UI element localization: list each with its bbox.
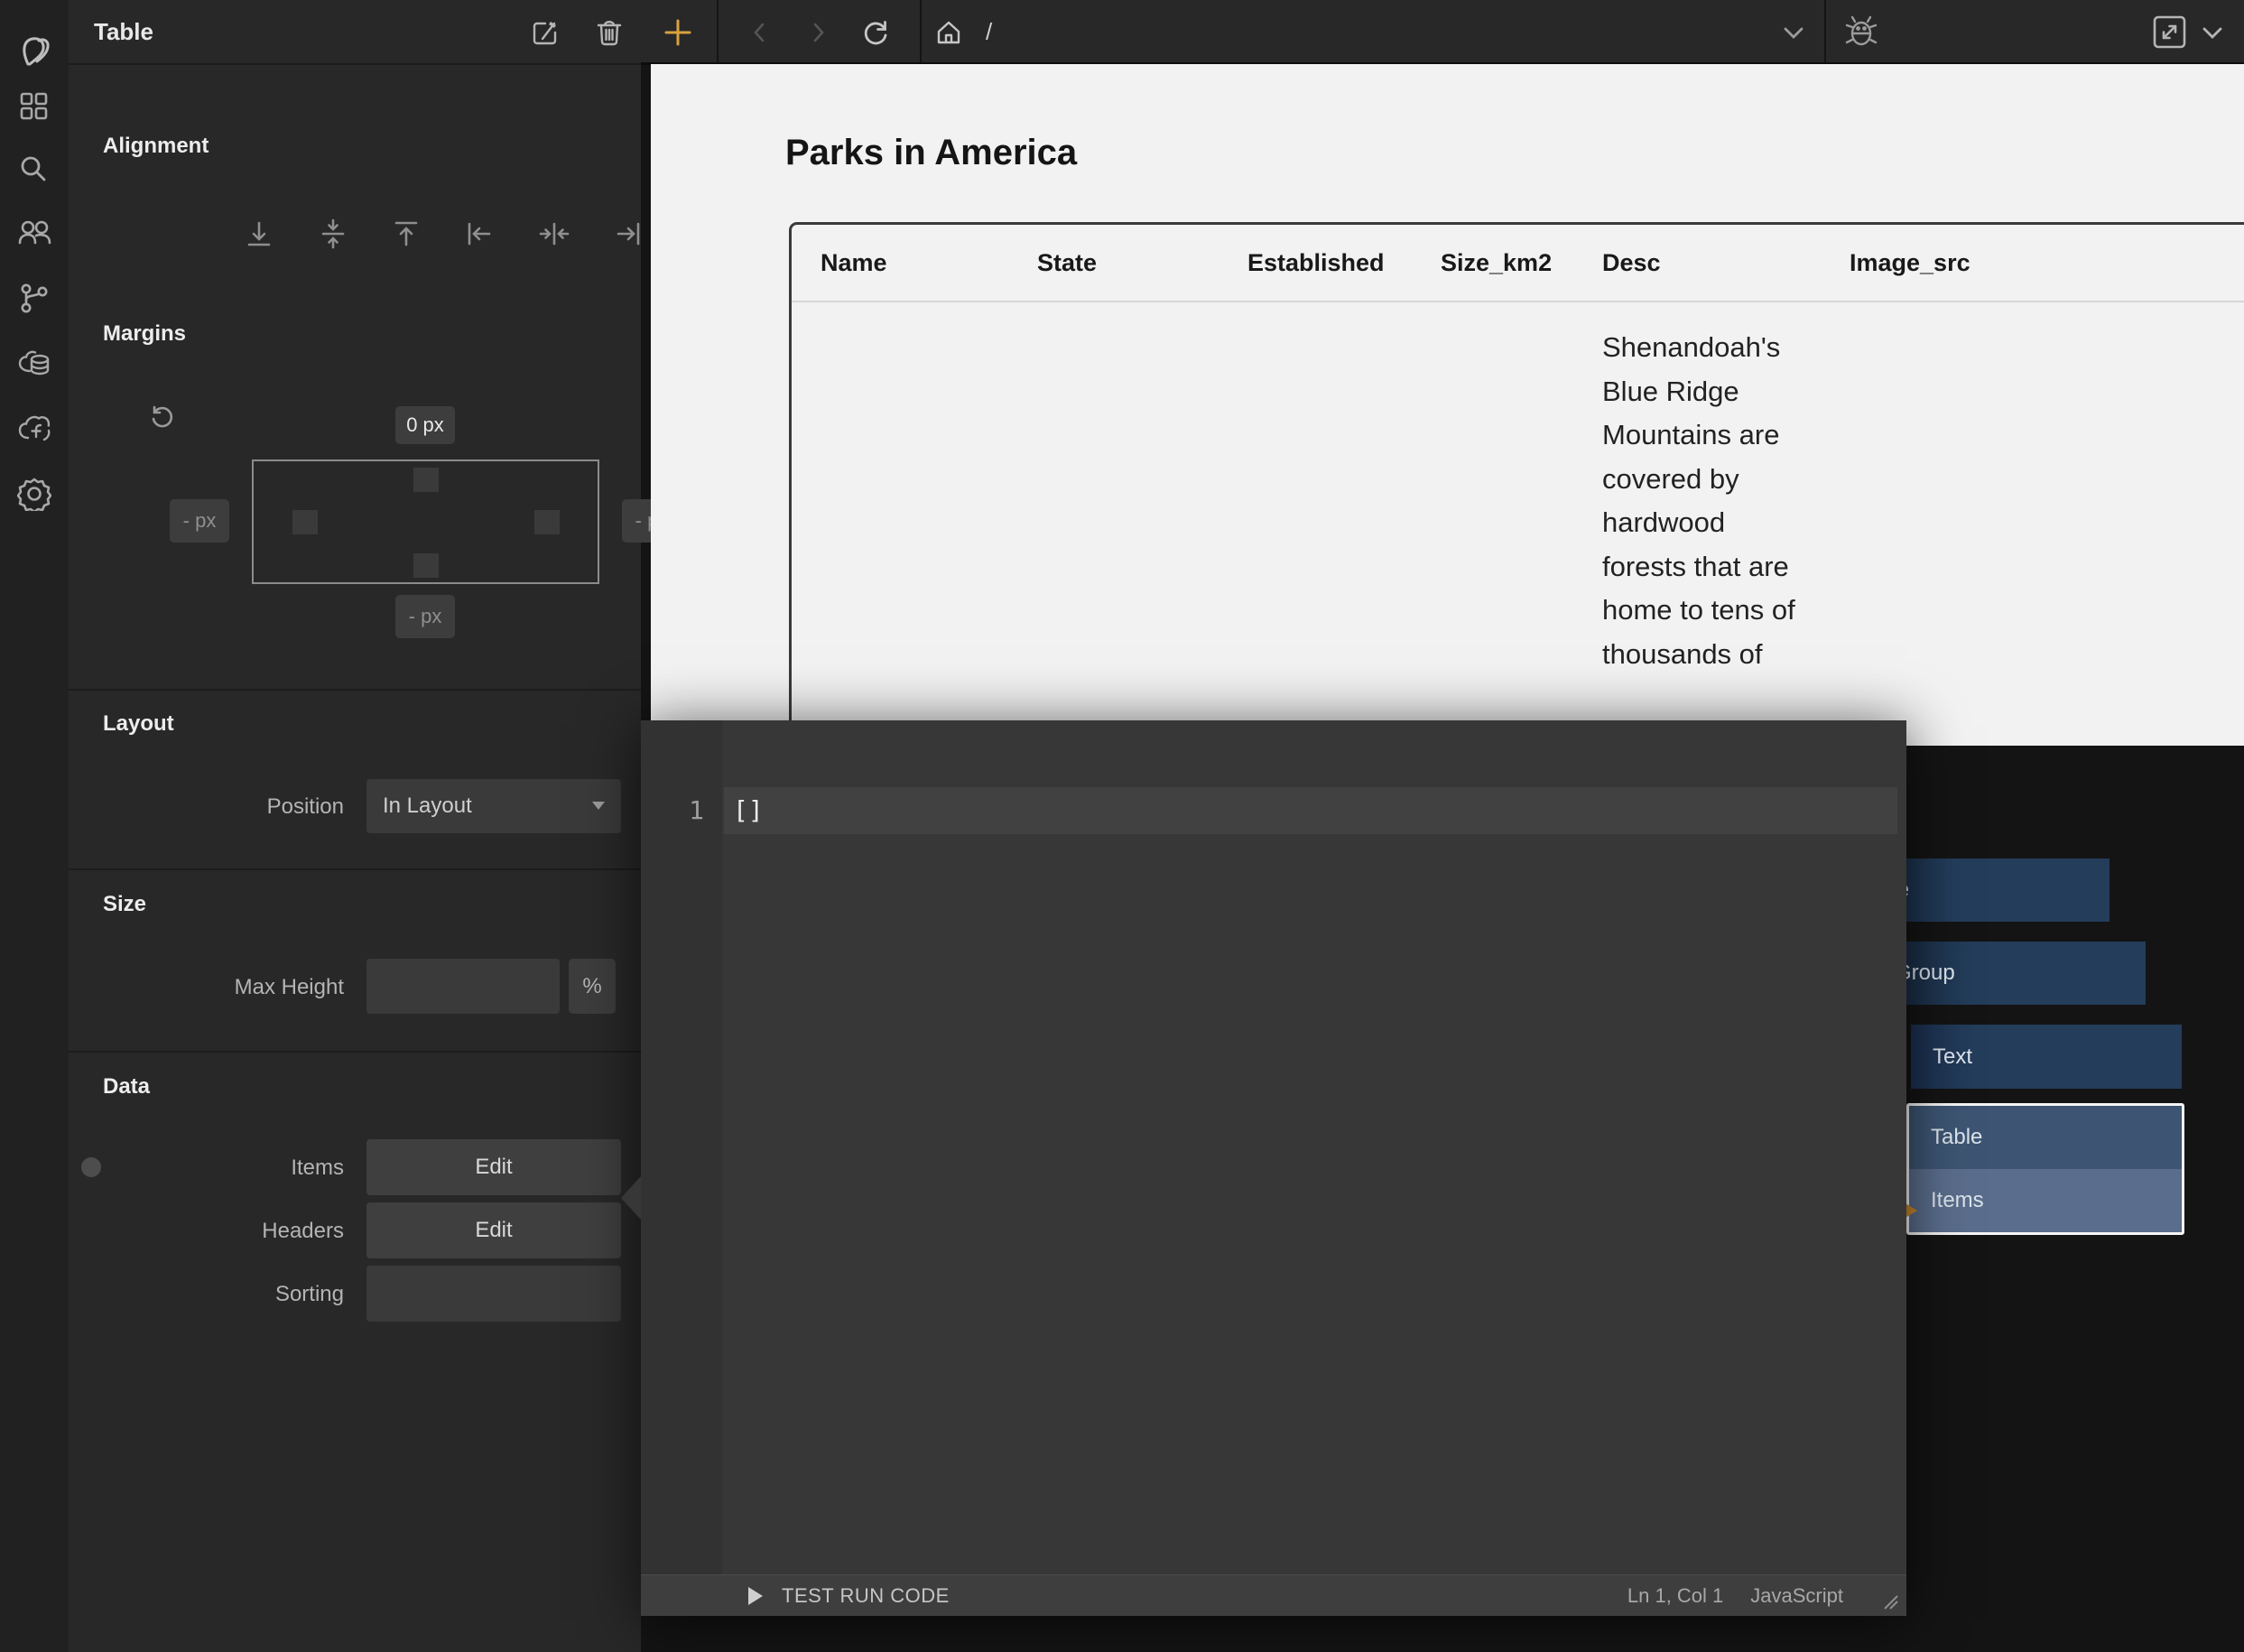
- margin-top-input[interactable]: 0 px: [395, 406, 455, 444]
- preview-chevron-down-icon[interactable]: [2201, 24, 2224, 42]
- column-header: Size_km2: [1441, 225, 1552, 301]
- position-value: In Layout: [383, 794, 472, 819]
- tree-node-label: Items: [1931, 1188, 1984, 1213]
- column-header: State: [1037, 225, 1097, 301]
- app-logo-icon[interactable]: [17, 34, 51, 69]
- layout-heading: Layout: [103, 711, 174, 737]
- code-editor-popover: 1 [] TEST RUN CODE Ln 1, Col 1 JavaScrip…: [641, 720, 1906, 1616]
- divider: [69, 689, 641, 691]
- column-header: Desc: [1602, 225, 1661, 301]
- max-height-input[interactable]: [366, 959, 560, 1014]
- position-label: Position: [69, 794, 344, 820]
- editor-status: Ln 1, Col 1 JavaScript: [1627, 1575, 1843, 1617]
- git-branch-icon[interactable]: [17, 282, 51, 316]
- settings-gear-icon[interactable]: [17, 477, 51, 511]
- column-header: Established: [1247, 225, 1385, 301]
- add-button[interactable]: [663, 18, 692, 47]
- play-icon: [747, 1586, 764, 1606]
- max-height-unit[interactable]: %: [569, 959, 616, 1014]
- headers-label: Headers: [69, 1219, 344, 1244]
- nav-back-icon[interactable]: [749, 22, 771, 43]
- items-edit-button[interactable]: Edit: [366, 1139, 621, 1195]
- max-height-label: Max Height: [69, 975, 344, 1000]
- items-label: Items: [69, 1155, 344, 1181]
- app-root: Table Alignment: [0, 0, 2244, 1652]
- popover-tail: [621, 1176, 641, 1220]
- fullscreen-icon[interactable]: [2152, 14, 2187, 50]
- data-heading: Data: [103, 1074, 150, 1100]
- app-canvas: Parks in America Name State Established …: [651, 64, 2244, 746]
- align-right-icon[interactable]: [613, 218, 644, 249]
- page-title: Parks in America: [785, 133, 1077, 173]
- tree-node-group[interactable]: Group: [1873, 942, 2146, 1005]
- margin-right-handle: [534, 510, 560, 534]
- alignment-heading: Alignment: [103, 134, 209, 159]
- column-header: Name: [821, 225, 887, 301]
- cursor-position: Ln 1, Col 1: [1627, 1584, 1723, 1608]
- debug-bug-icon[interactable]: [1843, 14, 1879, 50]
- divider: [792, 301, 2244, 302]
- tree-node-label: Table: [1931, 1125, 1982, 1150]
- inspector-panel: Table Alignment: [69, 0, 641, 1652]
- editor-gutter: [641, 720, 722, 1576]
- pages-chevron-down-icon[interactable]: [1782, 24, 1805, 42]
- parks-table: Name State Established Size_km2 Desc Ima…: [789, 222, 2244, 746]
- data-sources-icon[interactable]: [17, 347, 51, 381]
- divider: [920, 0, 922, 62]
- divider: [69, 868, 641, 870]
- divider: [69, 1051, 641, 1053]
- align-horizontal-center-icon[interactable]: [539, 218, 570, 249]
- component-title: Table: [94, 18, 153, 46]
- divider: [717, 0, 719, 62]
- search-icon[interactable]: [17, 153, 51, 187]
- margins-heading: Margins: [103, 321, 186, 347]
- align-top-icon[interactable]: [391, 218, 422, 249]
- language-label[interactable]: JavaScript: [1750, 1584, 1843, 1608]
- tree-node-label: Text: [1933, 1044, 1972, 1070]
- tree-node-table-selected: Table Items: [1906, 1103, 2184, 1235]
- column-header: Image_src: [1850, 225, 1970, 301]
- delete-component-icon[interactable]: [596, 18, 623, 47]
- headers-edit-button[interactable]: Edit: [366, 1202, 621, 1258]
- tree-node-table[interactable]: Table: [1909, 1106, 2182, 1169]
- divider: [69, 63, 641, 65]
- cloud-functions-icon[interactable]: [17, 411, 51, 445]
- test-run-label: TEST RUN CODE: [782, 1584, 950, 1608]
- refresh-icon[interactable]: [860, 17, 891, 48]
- rename-component-icon[interactable]: [531, 18, 560, 47]
- margin-left-handle: [292, 510, 318, 534]
- divider: [1824, 0, 1826, 62]
- dashboard-icon[interactable]: [17, 89, 51, 124]
- editor-status-bar: TEST RUN CODE Ln 1, Col 1 JavaScript: [641, 1574, 1906, 1616]
- users-icon[interactable]: [17, 216, 51, 250]
- margins-box: [252, 459, 599, 584]
- nav-forward-icon[interactable]: [807, 22, 829, 43]
- sorting-label: Sorting: [69, 1282, 344, 1307]
- align-bottom-icon[interactable]: [244, 218, 274, 249]
- sorting-input[interactable]: [366, 1266, 621, 1322]
- chevron-down-icon: [589, 795, 608, 815]
- position-select[interactable]: In Layout: [366, 779, 621, 833]
- tree-node-text[interactable]: Text: [1911, 1025, 2182, 1089]
- size-heading: Size: [103, 892, 146, 917]
- test-run-button[interactable]: TEST RUN CODE: [747, 1584, 950, 1608]
- resize-grip-icon[interactable]: [1881, 1592, 1899, 1610]
- page-path: /: [986, 18, 992, 46]
- table-row-desc-cell: Shenandoah's Blue Ridge Mountains are co…: [1602, 326, 1796, 676]
- reset-margins-icon[interactable]: [148, 402, 175, 429]
- activity-bar: [0, 0, 70, 1652]
- margin-left-input[interactable]: - px: [170, 499, 229, 543]
- code-line[interactable]: []: [724, 787, 1897, 834]
- margin-bottom-handle: [413, 553, 439, 578]
- align-left-icon[interactable]: [464, 218, 495, 249]
- line-number: 1: [641, 787, 704, 834]
- align-vertical-center-icon[interactable]: [318, 218, 348, 249]
- home-icon[interactable]: [935, 19, 962, 46]
- margin-bottom-input[interactable]: - px: [395, 595, 455, 638]
- margin-top-handle: [413, 468, 439, 492]
- tree-node-items[interactable]: Items: [1909, 1169, 2182, 1232]
- top-toolbar: /: [641, 0, 2244, 64]
